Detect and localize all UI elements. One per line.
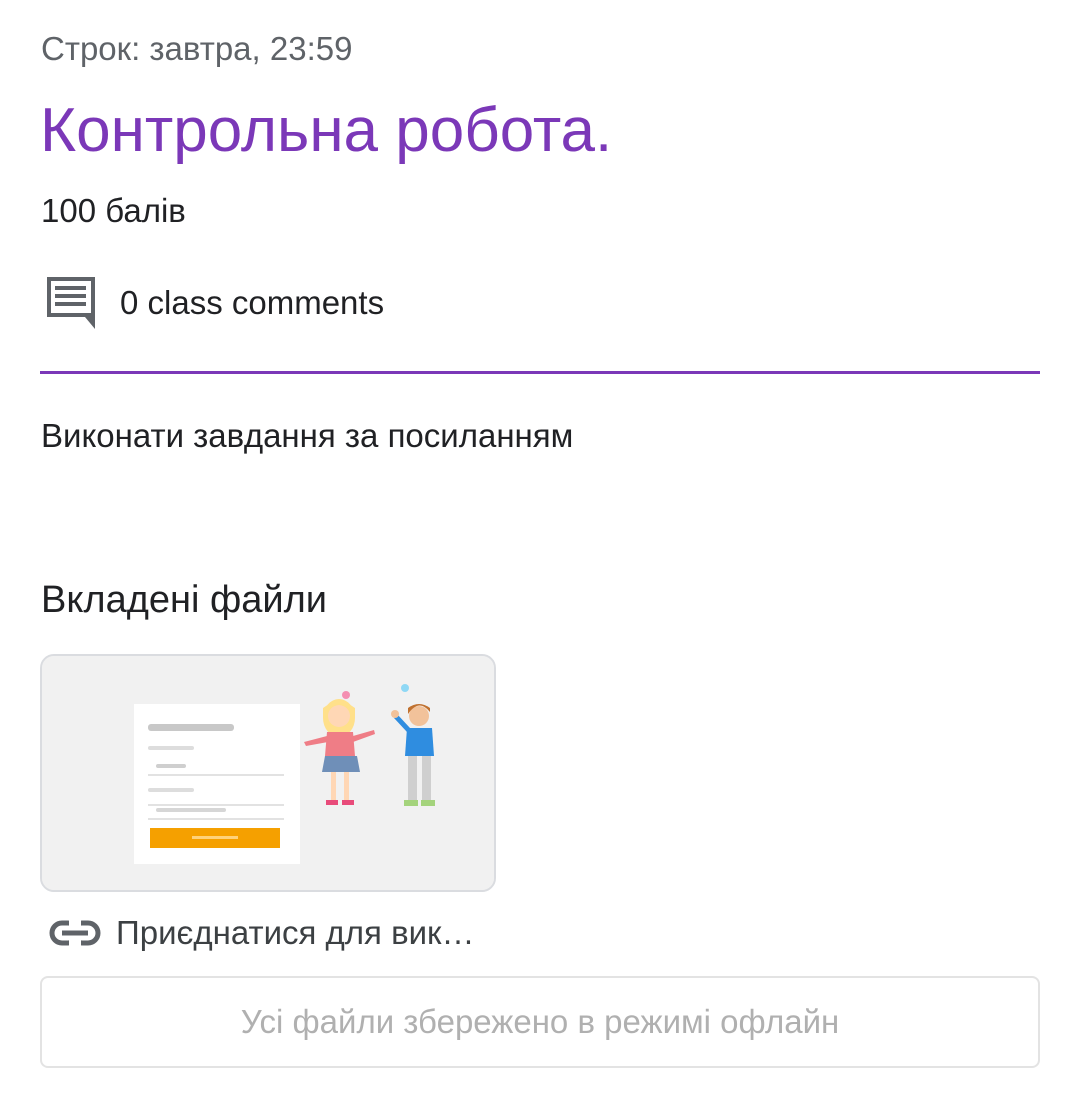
attachment-link-label: Приєднатися для вик… [116,914,475,951]
link-icon [49,918,101,948]
instructions-text: Виконати завдання за посиланням [41,417,574,454]
attachment-preview-image [42,656,494,890]
attachments-heading: Вкладені файли [41,579,328,621]
class-comments-label: 0 class comments [120,284,385,321]
points-value: 100 балів [41,192,186,229]
offline-status-box: Усі файли збережено в режимі офлайн [40,976,1040,1068]
comment-icon [47,277,95,329]
attachment-link[interactable]: Приєднатися для вик… [48,908,475,958]
class-comments-button[interactable]: 0 class comments [44,272,384,334]
divider [40,371,1040,374]
assignment-title: Контрольна робота. [40,96,613,165]
attachment-thumbnail[interactable] [40,654,496,892]
due-date: Строк: завтра, 23:59 [41,30,353,67]
